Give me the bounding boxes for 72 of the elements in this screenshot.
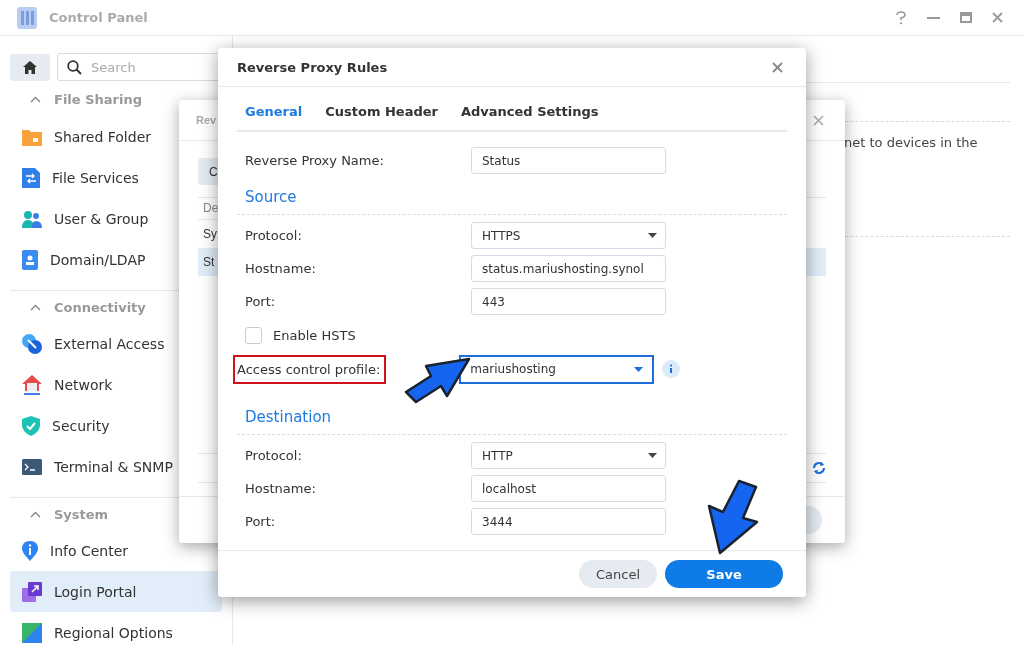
map-icon	[22, 622, 42, 643]
field-label: Protocol:	[245, 448, 303, 463]
house-icon	[22, 374, 42, 395]
text-field[interactable]: 3444	[471, 508, 666, 535]
name-field[interactable]: Status	[471, 147, 666, 174]
section-heading: Destination	[244, 408, 333, 428]
app-logo-icon	[17, 6, 37, 29]
info-pin-icon	[22, 540, 38, 561]
home-button[interactable]	[10, 53, 50, 81]
tab[interactable]: Advanced Settings	[460, 102, 599, 130]
field-label: Port:	[245, 514, 277, 529]
dropdown[interactable]: mariushosting	[459, 354, 655, 384]
section-heading: Connectivity	[54, 299, 146, 315]
dialog-title: Reverse Proxy Rules	[237, 59, 388, 75]
field-label: Reverse Proxy Name:	[245, 153, 385, 168]
field-label: Port:	[245, 294, 277, 309]
close-icon[interactable]	[992, 12, 1003, 23]
document-icon	[22, 167, 40, 188]
save-button[interactable]: Save	[665, 560, 783, 588]
checkbox[interactable]	[245, 326, 262, 344]
sidebar-item[interactable]: External Access	[10, 323, 222, 364]
close-icon[interactable]	[772, 61, 783, 73]
table-row[interactable]: St	[198, 248, 218, 276]
text-field[interactable]: 443	[471, 288, 666, 315]
refresh-icon[interactable]	[812, 461, 826, 475]
text-field[interactable]: status.mariushosting.synol	[471, 255, 666, 282]
toolbar-button[interactable]: C	[198, 158, 218, 185]
table-row[interactable]: Sy	[198, 220, 218, 248]
collapse-caret-icon[interactable]	[30, 303, 41, 311]
users-icon	[22, 209, 42, 228]
field-label: Hostname:	[245, 481, 317, 496]
squares-icon	[22, 581, 42, 602]
maximize-icon[interactable]	[960, 12, 972, 23]
collapse-caret-icon[interactable]	[30, 96, 41, 103]
dialog-title: Rev	[196, 114, 217, 126]
cancel-button[interactable]: Cancel	[579, 560, 657, 588]
tab[interactable]: General	[245, 102, 303, 130]
home-icon	[23, 60, 37, 74]
folder-icon	[22, 127, 42, 146]
sidebar-item[interactable]: Network	[10, 364, 222, 405]
dropdown-caret-icon	[634, 366, 644, 372]
footer-button[interactable]	[806, 506, 822, 534]
dropdown[interactable]: HTTPS	[471, 222, 666, 249]
info-icon[interactable]	[662, 360, 681, 378]
text-field[interactable]: localhost	[471, 475, 666, 502]
search-icon	[67, 60, 82, 75]
dropdown-caret-icon	[648, 453, 657, 458]
terminal-icon	[22, 458, 42, 475]
sidebar-item[interactable]: Terminal & SNMP	[10, 446, 222, 487]
sidebar-item[interactable]: Login Portal	[10, 571, 222, 612]
tab[interactable]: Custom Header	[325, 102, 438, 130]
collapse-caret-icon[interactable]	[30, 510, 41, 518]
sidebar-item[interactable]: Info Center	[10, 530, 222, 571]
contact-card-icon	[22, 249, 38, 270]
dropdown[interactable]: HTTP	[471, 442, 666, 469]
section-heading: File Sharing	[54, 92, 142, 107]
checkbox-label: Enable HSTS	[273, 327, 356, 343]
help-icon[interactable]	[895, 10, 907, 25]
window-title: Control Panel	[49, 10, 148, 25]
field-label: Hostname:	[245, 261, 317, 276]
shield-icon	[22, 415, 40, 436]
link-icon	[22, 333, 42, 354]
section-heading: Source	[244, 188, 298, 208]
sidebar-item[interactable]: Security	[10, 405, 222, 446]
close-icon[interactable]	[813, 114, 824, 126]
sidebar-item[interactable]: Regional Options	[10, 612, 222, 645]
dropdown-caret-icon	[648, 233, 657, 238]
field-label: Protocol:	[245, 228, 303, 243]
description-text: net to devices in the	[844, 135, 979, 150]
minimize-icon[interactable]	[927, 16, 940, 19]
row-highlight	[806, 248, 826, 276]
section-heading: System	[54, 506, 109, 522]
